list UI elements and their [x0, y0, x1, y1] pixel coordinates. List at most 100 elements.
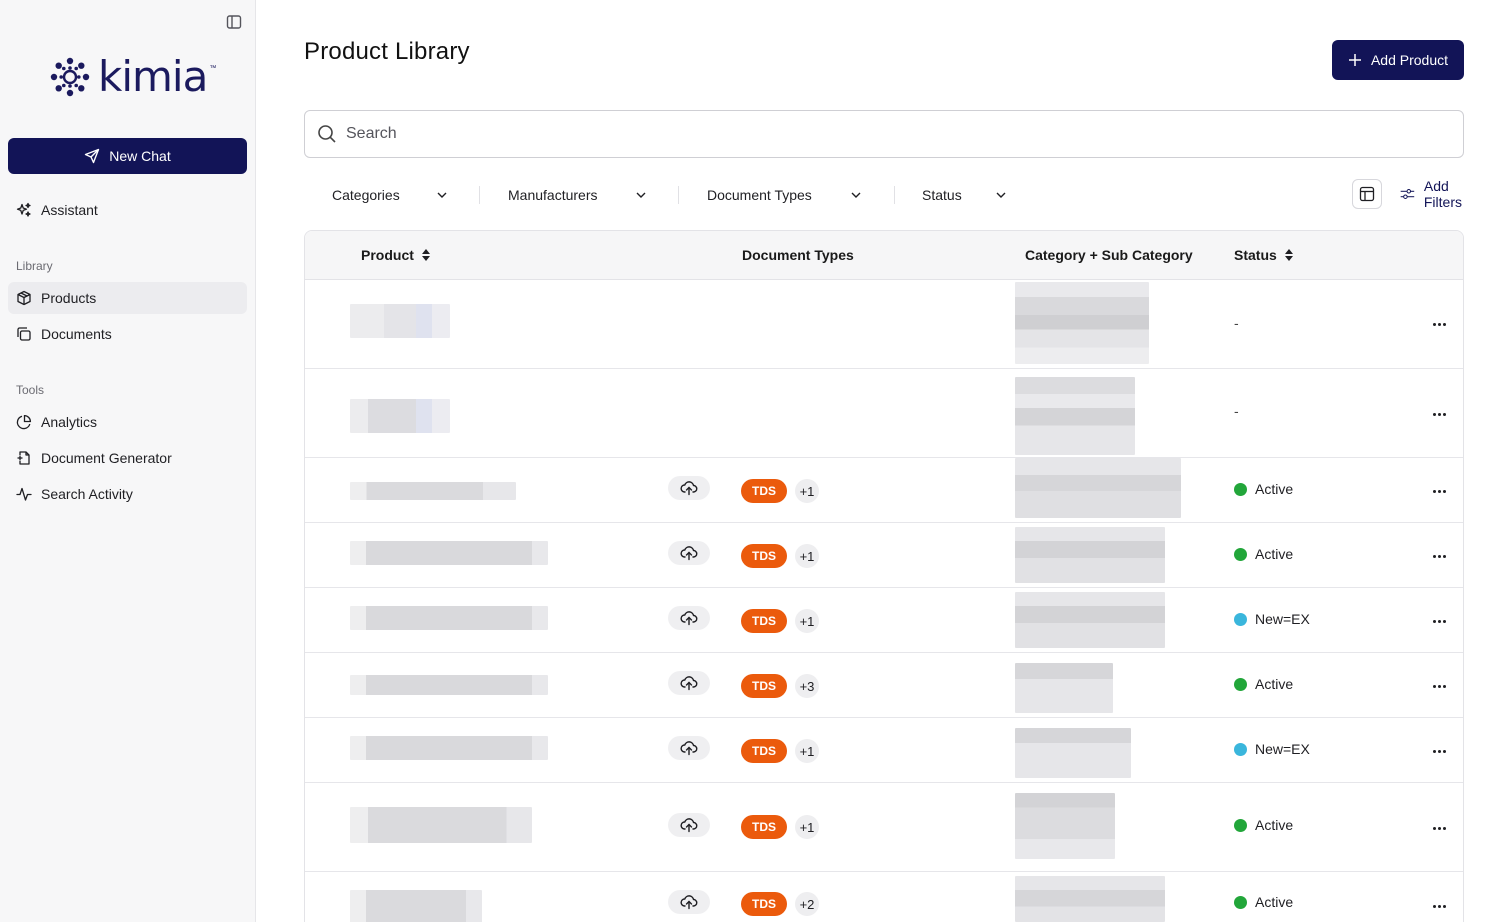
file-plus-icon [17, 451, 30, 465]
sort-icon [1284, 249, 1293, 261]
row-actions-menu[interactable] [1427, 314, 1451, 334]
table-row[interactable]: TDS +2 Active [305, 872, 1463, 922]
sidebar-item-assistant[interactable]: Assistant [8, 194, 247, 226]
status-label: Active [1255, 546, 1294, 562]
logo-wordmark: kimia [98, 52, 208, 101]
row-actions-menu[interactable] [1427, 546, 1451, 566]
doc-type-extra-count[interactable]: +1 [795, 479, 819, 503]
status-cell: Active [1234, 481, 1293, 497]
activity-icon [16, 487, 32, 501]
redacted-category [1015, 458, 1181, 518]
redacted-product-name [350, 482, 516, 500]
filter-document-types[interactable]: Document Types [707, 178, 877, 212]
doc-type-extra-count[interactable]: +1 [795, 815, 819, 839]
filter-status[interactable]: Status [922, 178, 1022, 212]
filter-label: Manufacturers [508, 187, 598, 203]
chevron-down-icon [996, 192, 1006, 198]
redacted-category [1015, 876, 1165, 922]
sort-icon [421, 249, 430, 261]
sliders-icon [1400, 189, 1415, 199]
doc-type-extra-count[interactable]: +1 [795, 544, 819, 568]
redacted-category [1015, 663, 1113, 713]
table-row[interactable]: - [305, 280, 1463, 369]
row-actions-menu[interactable] [1427, 611, 1451, 631]
redacted-category [1015, 377, 1135, 455]
section-label-tools: Tools [16, 383, 45, 397]
sidebar-item-label: Analytics [41, 414, 98, 430]
search-input[interactable] [346, 125, 1446, 143]
table-row[interactable]: TDS +1 Active [305, 783, 1463, 872]
status-cell: Active [1234, 546, 1293, 562]
status-label: Active [1255, 894, 1294, 910]
status-cell: Active [1234, 894, 1293, 910]
upload-document-button[interactable] [668, 476, 710, 500]
upload-document-button[interactable] [668, 541, 710, 565]
documents-icon [17, 327, 31, 341]
upload-document-button[interactable] [668, 736, 710, 760]
redacted-category [1015, 282, 1149, 364]
table-row[interactable]: TDS +1 New=EX [305, 718, 1463, 783]
column-header-status[interactable]: Status [1234, 247, 1294, 263]
add-product-button[interactable]: Add Product [1332, 40, 1464, 80]
table-header: Product Document Types Category + Sub Ca… [305, 231, 1463, 280]
search-bar [304, 110, 1464, 158]
table-layout-button[interactable] [1352, 179, 1382, 209]
cloud-upload-icon [680, 481, 698, 496]
row-actions-menu[interactable] [1427, 676, 1451, 696]
cloud-upload-icon [680, 676, 698, 691]
cloud-upload-icon [680, 895, 698, 910]
logo-trademark: ™ [209, 64, 217, 72]
redacted-category [1015, 728, 1131, 778]
doc-type-badge: TDS [741, 544, 787, 568]
row-actions-menu[interactable] [1427, 896, 1451, 916]
doc-type-extra-count[interactable]: +3 [795, 674, 819, 698]
filter-manufacturers[interactable]: Manufacturers [508, 178, 668, 212]
column-header-category: Category + Sub Category [1025, 247, 1193, 263]
status-cell: New=EX [1234, 741, 1310, 757]
status-cell: Active [1234, 817, 1293, 833]
column-header-document-types: Document Types [742, 247, 854, 263]
doc-type-extra-count[interactable]: +2 [795, 892, 819, 916]
new-chat-button[interactable]: New Chat [8, 138, 247, 174]
table-row[interactable]: TDS +3 Active [305, 653, 1463, 718]
sidebar-item-documents[interactable]: Documents [8, 318, 247, 350]
upload-document-button[interactable] [668, 890, 710, 914]
filter-bar: Categories Manufacturers Document Types … [304, 178, 1464, 212]
status-dot [1234, 818, 1247, 832]
row-actions-menu[interactable] [1427, 741, 1451, 761]
row-actions-menu[interactable] [1427, 481, 1451, 501]
upload-document-button[interactable] [668, 606, 710, 630]
plus-icon [1348, 54, 1361, 66]
cloud-upload-icon [680, 818, 698, 833]
row-actions-menu[interactable] [1427, 404, 1451, 424]
sidebar-item-document-generator[interactable]: Document Generator [8, 442, 247, 474]
filter-label: Document Types [707, 187, 812, 203]
doc-type-extra-count[interactable]: +1 [795, 739, 819, 763]
doc-type-badge: TDS [741, 479, 787, 503]
doc-type-extra-count[interactable]: +1 [795, 609, 819, 633]
sidebar-item-products[interactable]: Products [8, 282, 247, 314]
sidebar-toggle-icon[interactable] [224, 12, 244, 32]
row-actions-menu[interactable] [1427, 818, 1451, 838]
redacted-product-name [350, 736, 548, 760]
status-dot [1234, 547, 1247, 561]
status-dot [1234, 482, 1247, 496]
upload-document-button[interactable] [668, 813, 710, 837]
box-icon [17, 290, 31, 306]
redacted-product-name [350, 807, 532, 843]
chevron-down-icon [636, 192, 646, 198]
table-row[interactable]: - [305, 369, 1463, 458]
column-header-label: Product [361, 247, 414, 263]
table-icon [1359, 186, 1375, 202]
status-dot [1234, 742, 1247, 756]
sidebar-item-search-activity[interactable]: Search Activity [8, 478, 247, 510]
column-header-product[interactable]: Product [361, 247, 431, 263]
table-row[interactable]: TDS +1 Active [305, 458, 1463, 523]
table-row[interactable]: TDS +1 New=EX [305, 588, 1463, 653]
sidebar-item-analytics[interactable]: Analytics [8, 406, 247, 438]
upload-document-button[interactable] [668, 671, 710, 695]
add-filters-button[interactable]: Add Filters [1400, 178, 1469, 210]
filter-categories[interactable]: Categories [332, 178, 472, 212]
table-row[interactable]: TDS +1 Active [305, 523, 1463, 588]
product-table: Product Document Types Category + Sub Ca… [304, 230, 1464, 922]
